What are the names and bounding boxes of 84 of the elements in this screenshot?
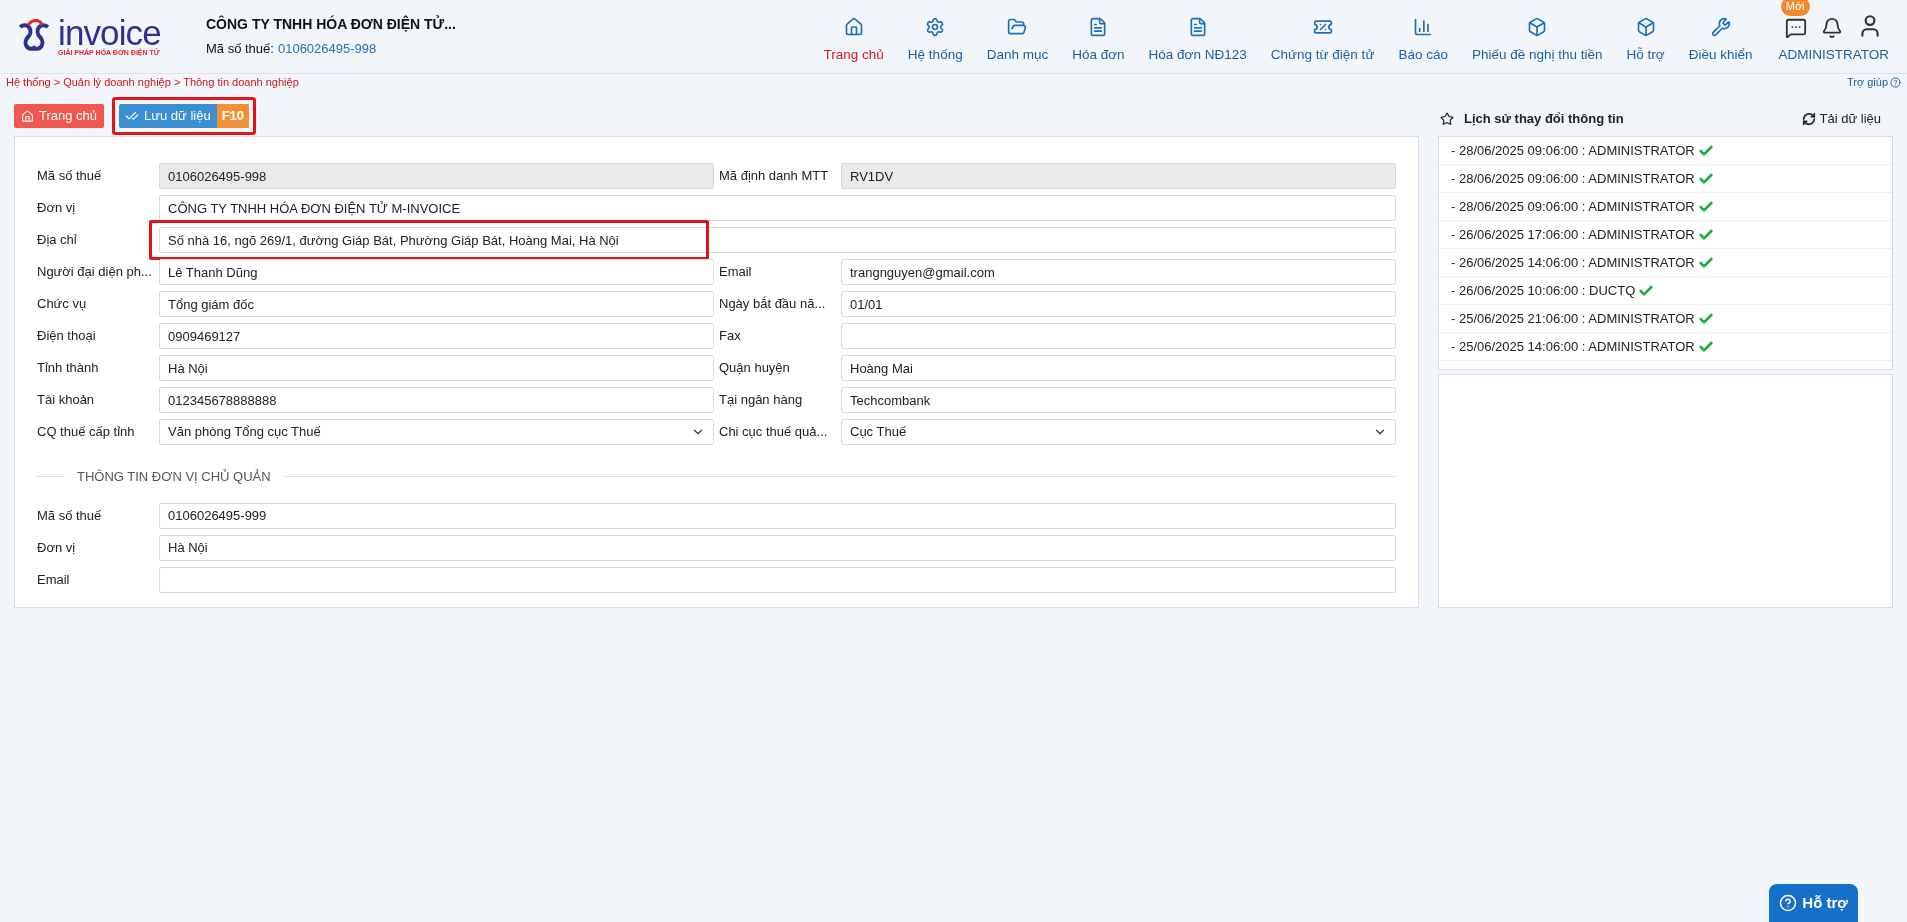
home-icon [843, 17, 864, 38]
field-label: Ngày bắt đầu nă... [719, 295, 827, 314]
field-label: Điện thoại [37, 327, 97, 346]
input-field[interactable]: Techcombank [841, 387, 1396, 413]
history-entry: - 26/06/2025 14:06:00 : ADMINISTRATOR [1451, 253, 1695, 272]
double-check-icon [125, 109, 140, 123]
shortcut-key: F10 [216, 104, 250, 128]
select-field[interactable]: Văn phòng Tổng cục Thuế [159, 419, 714, 445]
field-label: Mã số thuế [37, 167, 103, 186]
field-label: Quận huyện [719, 359, 791, 378]
input-field[interactable] [841, 323, 1396, 349]
new-badge: Mới [1780, 0, 1810, 16]
tax-code-label: Mã số thuế: [206, 40, 274, 59]
field-label: Chi cục thuế quả... [719, 423, 829, 442]
tax-code: 0106026495-998 [277, 40, 377, 59]
history-entry: - 28/06/2025 09:06:00 : ADMINISTRATOR [1451, 141, 1695, 160]
nav-tab[interactable]: Hỗ trợ [1614, 17, 1677, 66]
input-field[interactable]: Lê Thanh Dũng [159, 259, 714, 285]
field-label: Tại ngân hàng [719, 391, 804, 410]
history-entry: - 25/06/2025 21:06:00 : ADMINISTRATOR [1451, 309, 1695, 328]
input-field[interactable]: CÔNG TY TNHH HÓA ĐƠN ĐIỆN TỬ M-INVOICE [159, 195, 1396, 221]
home-icon [21, 109, 34, 123]
readonly-field[interactable]: 0106026495-998 [159, 163, 714, 189]
input-field[interactable]: trangnguyen@gmail.com [841, 259, 1396, 285]
nav-tab[interactable]: Danh mục [974, 17, 1061, 66]
field-label: Đơn vị [37, 199, 77, 218]
field-label: Đơn vị [37, 538, 77, 557]
nav-tab[interactable]: Báo cáo [1386, 17, 1460, 66]
field-label: Địa chỉ [37, 231, 78, 250]
field-label: Tỉnh thành [37, 359, 100, 378]
reload-button[interactable]: Tải dữ liệu [1801, 109, 1881, 129]
nav-tab[interactable]: Chứng từ điện tử [1258, 17, 1387, 66]
input-field[interactable]: Tổng giám đốc [159, 291, 714, 317]
nav-tab[interactable]: Hóa đơn NĐ123 [1136, 17, 1259, 66]
bell-icon[interactable] [1820, 17, 1843, 40]
field-label: CQ thuế cấp tỉnh [37, 423, 136, 442]
field-label: Người đại diện ph... [37, 263, 153, 282]
star-icon [1440, 112, 1454, 126]
field-label: Fax [719, 327, 742, 346]
help-icon [1779, 894, 1798, 912]
section-title: THÔNG TIN ĐƠN VỊ CHỦ QUẢN [77, 468, 271, 486]
history-entry: - 25/06/2025 14:06:00 : ADMINISTRATOR [1451, 337, 1695, 356]
field-label: Mã định danh MTT [719, 167, 830, 186]
history-entry: - 26/06/2025 10:06:00 : DUCTQ [1451, 281, 1636, 300]
input-field[interactable]: 01/01 [841, 291, 1396, 317]
chat-icon[interactable] [1784, 17, 1807, 40]
input-field[interactable]: 0909469127 [159, 323, 714, 349]
field-label: Mã số thuế [37, 506, 103, 525]
input-field[interactable]: Hoàng Mai [841, 355, 1396, 381]
nav-tab[interactable]: Hóa đơn [1060, 17, 1137, 66]
readonly-field[interactable]: RV1DV [841, 163, 1396, 189]
breadcrumb: Hệ thống > Quản lý doanh nghiệp > Thông tin doanh nghiệp [6, 74, 299, 90]
input-field[interactable]: 012345678888888 [159, 387, 714, 413]
cube-icon [1635, 17, 1656, 38]
user-name[interactable]: ADMINISTRATOR [1778, 45, 1889, 66]
input-field[interactable] [159, 566, 1396, 593]
field-label: Email [719, 263, 753, 282]
help-icon [1890, 76, 1901, 88]
refresh-icon [1801, 112, 1816, 126]
tools-icon [1710, 17, 1731, 38]
history-title: Lịch sử thay đổi thông tin [1464, 110, 1624, 129]
nav-tab[interactable]: Trang chủ [811, 17, 896, 66]
support-button[interactable]: Hỗ trợ [1769, 884, 1858, 922]
nav-tab[interactable]: Điều khiển [1676, 17, 1765, 66]
select-field[interactable]: Cục Thuế [841, 419, 1396, 445]
field-label: Tài khoản [37, 391, 96, 410]
input-field[interactable]: Hà Nội [159, 534, 1396, 561]
history-entry: - 28/06/2025 09:06:00 : ADMINISTRATOR [1451, 197, 1695, 216]
field-label: Email [37, 570, 71, 589]
gear-icon [925, 17, 946, 38]
company-name: CÔNG TY TNHH HÓA ĐƠN ĐIỆN TỬ... [206, 14, 456, 35]
input-field[interactable]: Hà Nội [159, 355, 714, 381]
input-field[interactable]: Số nhà 16, ngõ 269/1, đường Giáp Bát, Phường Giáp Bát, Hoàng Mai, Hà Nội [159, 227, 1396, 253]
cube-icon [1527, 17, 1548, 38]
history-entry: - 26/06/2025 17:06:00 : ADMINISTRATOR [1451, 225, 1695, 244]
field-label: Chức vụ [37, 295, 88, 314]
input-field[interactable]: 0106026495-999 [159, 502, 1396, 529]
history-entry: - 28/06/2025 09:06:00 : ADMINISTRATOR [1451, 169, 1695, 188]
logo-wordmark: invoice [58, 17, 161, 49]
nav-tab[interactable]: Phiếu đề nghị thu tiền [1459, 17, 1615, 66]
bar-chart-icon [1413, 17, 1434, 38]
nav-tab[interactable]: Hệ thống [895, 17, 975, 66]
help-link[interactable]: Trợ giúp [1846, 73, 1901, 91]
document-icon [1088, 17, 1109, 38]
